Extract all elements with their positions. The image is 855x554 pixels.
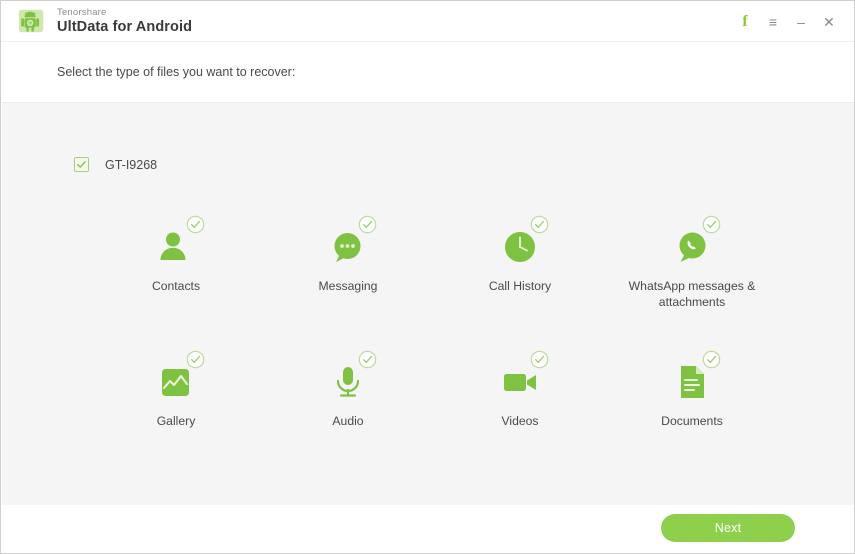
file-type-documents[interactable]: Documents [606,350,778,485]
close-button[interactable]: ✕ [816,9,842,35]
tile-icon-wrap [661,215,723,267]
file-type-label: Call History [488,279,552,293]
selected-check-badge-icon [358,215,377,234]
file-type-grid: Contacts Messaging Call History WhatsApp… [90,215,780,485]
tile-icon-wrap [489,215,551,267]
file-type-contacts[interactable]: Contacts [90,215,262,350]
tile-icon-wrap [145,350,207,402]
file-type-label: Documents [661,414,723,428]
tile-icon-wrap [489,350,551,402]
window-controls: f ≡ – ✕ [732,1,842,42]
brand: Tenorshare UltData for Android [17,6,192,36]
menu-button[interactable]: ≡ [760,9,786,35]
file-type-whatsapp[interactable]: WhatsApp messages & attachments [606,215,778,350]
file-type-label: Messaging [318,279,378,293]
file-type-messaging[interactable]: Messaging [262,215,434,350]
android-robot-icon [17,6,47,36]
file-type-call-history[interactable]: Call History [434,215,606,350]
tile-icon-wrap [317,350,379,402]
instruction-text: Select the type of files you want to rec… [57,65,296,79]
tile-icon-wrap [661,350,723,402]
device-row[interactable]: GT-I9268 [74,157,157,172]
next-button[interactable]: Next [661,514,795,542]
footer: Next [1,505,854,553]
close-icon: ✕ [823,13,835,30]
file-type-audio[interactable]: Audio [262,350,434,485]
facebook-icon: f [742,12,748,30]
tile-icon-wrap [317,215,379,267]
selected-check-badge-icon [530,350,549,369]
selected-check-badge-icon [702,350,721,369]
file-type-label: Audio [332,414,364,428]
titlebar: Tenorshare UltData for Android f ≡ – ✕ [1,1,854,42]
file-type-label: Contacts [151,279,201,293]
minimize-button[interactable]: – [788,9,814,35]
hamburger-menu-icon: ≡ [768,13,778,30]
selected-check-badge-icon [186,350,205,369]
selected-check-badge-icon [358,350,377,369]
app-window: Tenorshare UltData for Android f ≡ – ✕ S… [0,0,855,554]
brand-company: Tenorshare [57,7,107,18]
file-type-gallery[interactable]: Gallery [90,350,262,485]
content-panel: GT-I9268 Contacts Messaging Call History… [2,102,854,506]
minimize-icon: – [797,13,805,30]
selected-check-badge-icon [186,215,205,234]
tile-icon-wrap [145,215,207,267]
device-checkbox[interactable] [74,157,89,172]
instruction-band: Select the type of files you want to rec… [1,42,854,102]
file-type-label: Videos [501,414,539,428]
brand-text: Tenorshare UltData for Android [57,8,192,34]
facebook-button[interactable]: f [732,9,758,35]
selected-check-badge-icon [530,215,549,234]
file-type-label: WhatsApp messages & attachments [628,279,756,309]
file-type-videos[interactable]: Videos [434,350,606,485]
brand-product: UltData for Android [57,18,193,35]
device-name: GT-I9268 [105,157,158,172]
selected-check-badge-icon [702,215,721,234]
file-type-label: Gallery [156,414,196,428]
